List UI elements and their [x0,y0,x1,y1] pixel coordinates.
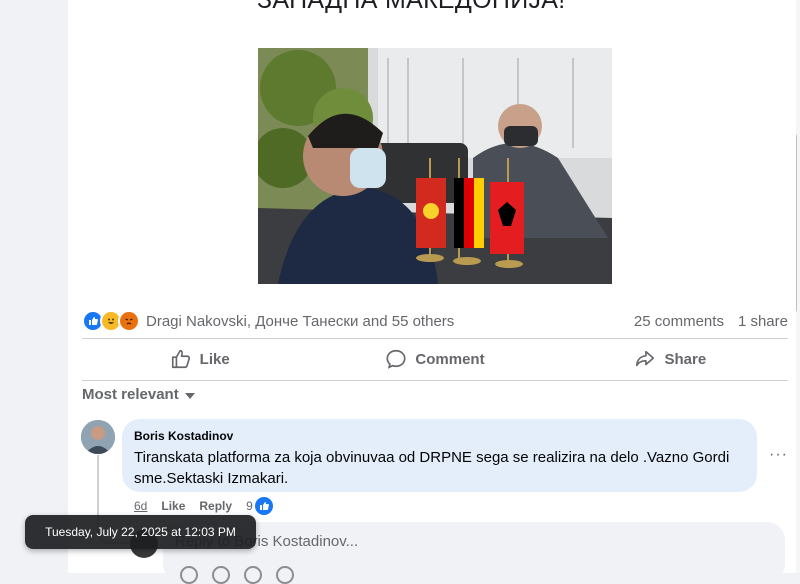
timestamp-tooltip: Tuesday, July 22, 2025 at 12:03 PM [25,515,256,549]
angry-reaction-icon [118,310,140,332]
avatar-photo [81,420,115,454]
divider-top [82,338,788,339]
like-button-label: Like [199,350,230,368]
meeting-photo-illustration [258,48,612,284]
post-photo[interactable] [258,48,612,284]
gif-icon[interactable] [244,566,262,584]
reply-toolbar [180,566,294,584]
comment-sort-dropdown[interactable]: Most relevant [82,386,195,403]
comment-options-icon[interactable]: ··· [769,446,788,464]
comment-author[interactable]: Boris Kostadinov [134,429,745,443]
chevron-down-icon [184,392,195,399]
comments-count[interactable]: 25 comments [634,313,724,330]
reaction-icons[interactable] [82,310,140,332]
reactors-summary[interactable]: Dragi Nakovski, Донче Танески and 55 oth… [146,313,634,330]
share-arrow-icon [636,350,655,367]
comment-sort-label: Most relevant [82,386,179,403]
comment-like-count[interactable]: 9 [246,499,253,513]
sticker-icon[interactable] [276,566,294,584]
divider-bottom [82,380,788,381]
comment-button-label: Comment [415,350,485,368]
comment-bubble-icon [386,349,406,369]
post-action-row: Like Comment Share [82,340,788,378]
post-headline: ЗАПАДНА МАКЕДОНИЈА! [257,0,566,14]
share-button[interactable]: Share [553,340,788,378]
comment-like-link[interactable]: Like [161,499,185,513]
comment-timestamp[interactable]: 6d [134,499,147,513]
like-button[interactable]: Like [82,340,317,378]
comment-reply-link[interactable]: Reply [199,499,232,513]
emoji-icon[interactable] [180,566,198,584]
camera-icon[interactable] [212,566,230,584]
comment-meta: 6d Like Reply 9 [134,497,287,515]
comment-bubble: Boris Kostadinov Tiranskata platforma za… [122,419,757,492]
share-button-label: Share [664,350,707,368]
comment-text: Tiranskata platforma za koja obvinuvaa o… [134,449,730,487]
reactions-summary-bar: Dragi Nakovski, Донче Танески and 55 oth… [82,306,788,336]
commenter-avatar[interactable] [81,420,115,454]
thumbs-up-icon [171,349,190,369]
like-badge-icon [254,497,273,515]
comment-button[interactable]: Comment [317,340,552,378]
shares-count[interactable]: 1 share [738,313,788,330]
